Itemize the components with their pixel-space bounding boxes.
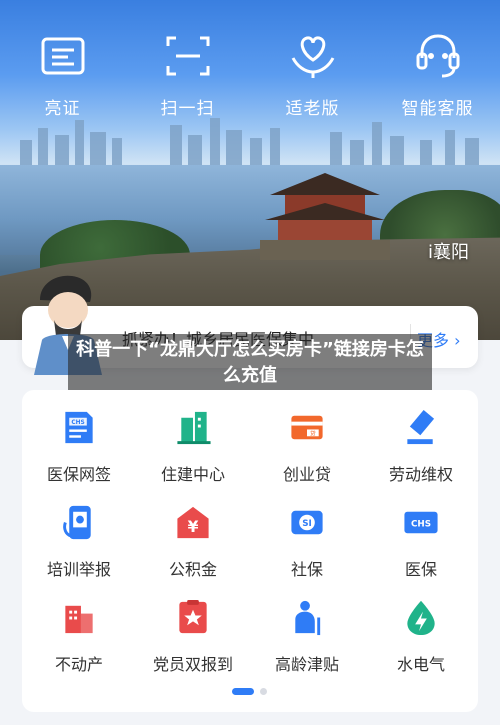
party-badge-icon xyxy=(179,599,207,634)
headset-icon xyxy=(416,34,459,78)
page-dot-active[interactable] xyxy=(232,688,254,695)
id-card-icon xyxy=(41,37,84,75)
nav-scan[interactable]: 扫一扫 xyxy=(125,30,250,130)
nav-elderly-mode[interactable]: 适老版 xyxy=(250,30,375,130)
loan-card-icon: 贷 xyxy=(291,415,323,440)
chs-document-icon: CHS xyxy=(65,411,93,444)
svg-text:CHS: CHS xyxy=(71,420,84,426)
service-elderly-allowance[interactable]: 高龄津贴 xyxy=(250,580,364,675)
service-real-estate[interactable]: 不动产 xyxy=(22,580,136,675)
svg-text:CHS: CHS xyxy=(411,519,431,529)
chevron-right-icon: › xyxy=(449,331,461,350)
nav-customer-service[interactable]: 智能客服 xyxy=(375,30,500,130)
service-label: 医保网签 xyxy=(46,465,111,484)
gavel-icon xyxy=(407,410,435,445)
nav-label: 扫一扫 xyxy=(160,99,215,119)
service-label: 不动产 xyxy=(54,655,103,674)
service-label: 高龄津贴 xyxy=(274,655,339,674)
yuan-house-icon: ¥ xyxy=(177,506,209,539)
social-security-card-icon: SI xyxy=(291,510,323,535)
service-grid: CHS 医保网签 住建中心 贷 创业贷 劳动维权 培训举报 ¥ 公积金 SI 社… xyxy=(22,390,478,712)
building-icon xyxy=(177,411,211,445)
service-utilities[interactable]: 水电气 xyxy=(364,580,478,675)
chs-card-icon: CHS xyxy=(404,511,438,534)
svg-text:贷: 贷 xyxy=(310,429,316,437)
elderly-icon xyxy=(295,600,321,636)
svg-text:¥: ¥ xyxy=(188,518,199,536)
svg-text:SI: SI xyxy=(302,519,312,529)
service-medical-insurance[interactable]: CHS 医保 xyxy=(364,485,478,580)
page-indicator xyxy=(232,688,267,695)
phone-scan-icon xyxy=(63,505,91,540)
service-housing-fund[interactable]: ¥ 公积金 xyxy=(136,485,250,580)
nav-label: 智能客服 xyxy=(401,99,474,119)
heart-hands-icon xyxy=(291,36,334,78)
city-label: i襄阳 xyxy=(428,242,470,263)
nav-show-id[interactable]: 亮证 xyxy=(0,30,125,130)
service-social-security[interactable]: SI 社保 xyxy=(250,485,364,580)
service-label: 公积金 xyxy=(168,560,217,579)
service-housing-center[interactable]: 住建中心 xyxy=(136,390,250,485)
real-estate-icon xyxy=(65,605,93,634)
service-label: 医保 xyxy=(404,560,437,579)
service-medical-insurance-sign[interactable]: CHS 医保网签 xyxy=(22,390,136,485)
service-label: 培训举报 xyxy=(46,560,111,579)
service-label: 党员双报到 xyxy=(152,655,233,674)
service-label: 水电气 xyxy=(396,655,445,674)
nav-label: 适老版 xyxy=(285,99,340,119)
service-party-report[interactable]: 党员双报到 xyxy=(136,580,250,675)
service-label: 创业贷 xyxy=(282,465,331,484)
article-caption: 科普一下“龙鼎大厅怎么买房卡”链接房卡怎么充值 xyxy=(68,334,432,394)
scan-icon xyxy=(166,36,209,76)
utilities-drop-icon xyxy=(407,600,435,636)
page-dot[interactable] xyxy=(260,688,267,695)
service-label: 住建中心 xyxy=(160,465,225,484)
service-training-report[interactable]: 培训举报 xyxy=(22,485,136,580)
service-label: 社保 xyxy=(290,560,323,579)
top-nav: 亮证 扫一扫 适老版 智能客服 xyxy=(0,30,500,130)
service-startup-loan[interactable]: 贷 创业贷 xyxy=(250,390,364,485)
nav-label: 亮证 xyxy=(44,99,81,119)
service-labor-rights[interactable]: 劳动维权 xyxy=(364,390,478,485)
service-label: 劳动维权 xyxy=(388,465,453,484)
gate-tower-illustration xyxy=(260,173,390,260)
